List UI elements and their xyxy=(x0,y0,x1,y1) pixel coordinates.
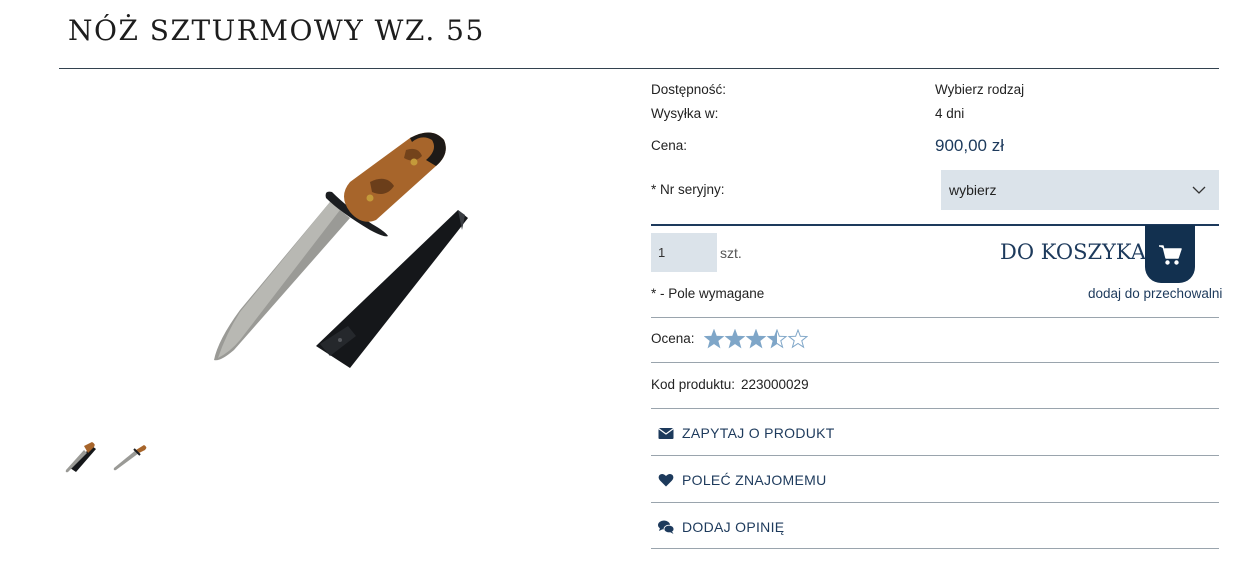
rating-star[interactable] xyxy=(787,329,808,349)
divider xyxy=(651,548,1219,549)
serial-number-select-value: wybierz xyxy=(949,182,997,198)
envelope-icon xyxy=(658,428,674,439)
availability-label: Dostępność: xyxy=(651,82,727,97)
chevron-down-icon xyxy=(1192,186,1206,194)
product-thumbnail-1[interactable] xyxy=(62,438,100,476)
product-title: NÓŻ SZTURMOWY WZ. 55 xyxy=(68,14,485,47)
divider xyxy=(651,362,1219,363)
rating-stars[interactable] xyxy=(704,329,808,349)
recommend-to-friend-label: POLEĆ ZNAJOMEMU xyxy=(682,472,827,488)
availability-value: Wybierz rodzaj xyxy=(935,82,1025,97)
shipping-label: Wysyłka w: xyxy=(651,106,719,121)
chat-bubbles-icon xyxy=(658,520,674,534)
rating-star[interactable] xyxy=(745,329,767,349)
add-to-cart-label[interactable]: DO KOSZYKA xyxy=(1000,240,1146,264)
recommend-to-friend-button[interactable]: POLEĆ ZNAJOMEMU xyxy=(651,456,1219,502)
divider xyxy=(651,317,1219,318)
add-to-cart-button[interactable] xyxy=(1145,225,1195,283)
price-value: 900,00 zł xyxy=(935,136,1004,155)
shipping-value: 4 dni xyxy=(935,106,965,121)
quantity-unit: szt. xyxy=(720,245,742,261)
add-to-storage-link[interactable]: dodaj do przechowalni xyxy=(1088,286,1222,301)
product-main-image[interactable] xyxy=(200,120,490,380)
product-code-label: Kod produktu: xyxy=(651,377,736,392)
serial-number-select[interactable]: wybierz xyxy=(941,170,1219,210)
rating-star[interactable] xyxy=(724,329,746,349)
cart-divider xyxy=(651,224,1219,226)
add-review-label: DODAJ OPINIĘ xyxy=(682,519,785,535)
title-divider xyxy=(59,68,1219,69)
quantity-input[interactable] xyxy=(651,233,717,272)
price-label: Cena: xyxy=(651,138,688,153)
ask-about-product-label: ZAPYTAJ O PRODUKT xyxy=(682,425,835,441)
rating-star[interactable] xyxy=(766,329,788,349)
add-review-button[interactable]: DODAJ OPINIĘ xyxy=(651,503,1219,549)
ask-about-product-button[interactable]: ZAPYTAJ O PRODUKT xyxy=(651,409,1219,455)
shopping-cart-icon xyxy=(1159,245,1182,265)
product-code-value: 223000029 xyxy=(741,377,809,392)
rating-label: Ocena: xyxy=(651,331,695,346)
product-thumbnail-2[interactable] xyxy=(110,438,148,476)
required-fields-note: * - Pole wymagane xyxy=(651,286,765,301)
rating-star[interactable] xyxy=(704,329,725,349)
serial-number-label: * Nr seryjny: xyxy=(651,182,725,197)
heart-icon xyxy=(658,473,674,487)
